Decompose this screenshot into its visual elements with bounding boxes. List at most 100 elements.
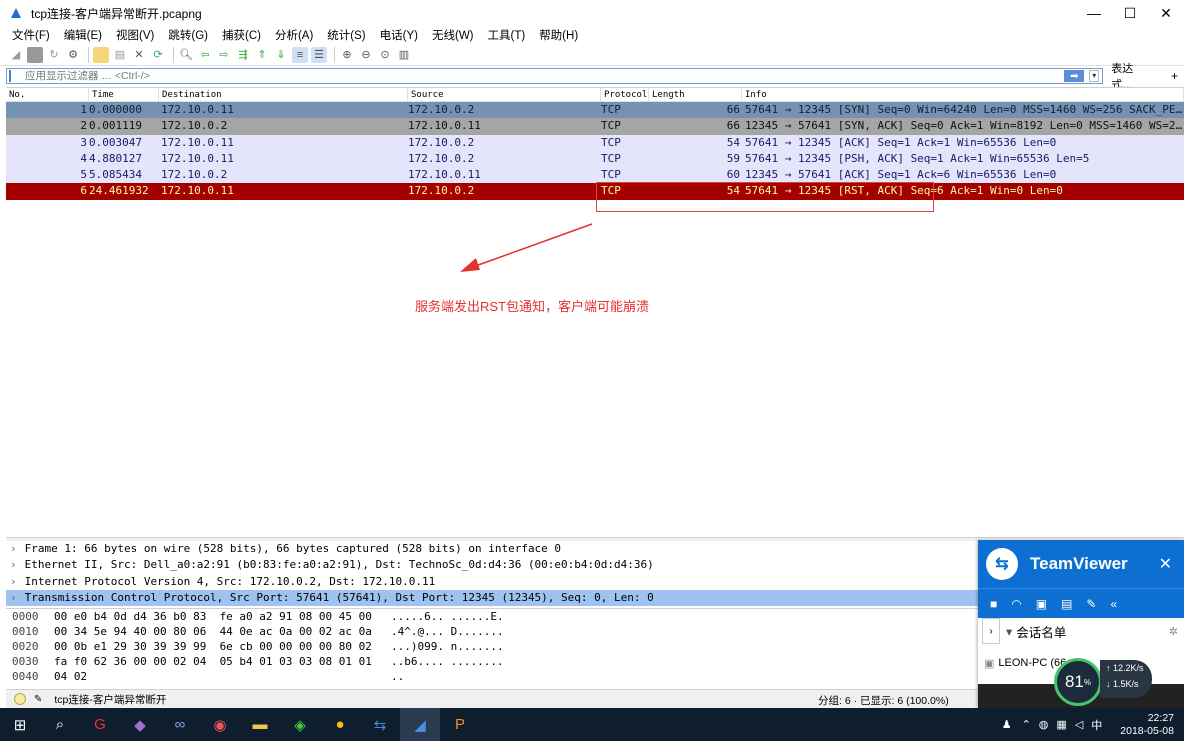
ime-indicator[interactable]: 中: [1091, 717, 1102, 733]
resize-columns-icon[interactable]: ▥: [396, 47, 412, 63]
close-button[interactable]: ✕: [1148, 0, 1184, 26]
capture-options-icon[interactable]: ⚙: [65, 47, 81, 63]
clock[interactable]: 22:27 2018-05-08: [1120, 712, 1174, 738]
packet-row[interactable]: 5 5.085434 172.10.0.2 172.10.0.11 TCP 60…: [6, 167, 1184, 184]
column-header-length[interactable]: Length: [649, 88, 742, 101]
bytes-ascii[interactable]: ...)099. n.......: [391, 639, 591, 654]
bytes-hex[interactable]: 04 02: [46, 669, 391, 684]
detail-row-frame[interactable]: › Frame 1: 66 bytes on wire (528 bits), 6…: [6, 541, 978, 557]
app-spiral-icon[interactable]: ◉: [200, 708, 240, 741]
detail-row-ip[interactable]: › Internet Protocol Version 4, Src: 172.1…: [6, 574, 978, 590]
zoom-in-icon[interactable]: ⊕: [339, 47, 355, 63]
packet-row[interactable]: 1 0.000000 172.10.0.11 172.10.0.2 TCP 66…: [6, 102, 1184, 119]
menu-help[interactable]: 帮助(H): [539, 27, 578, 43]
bytes-hex[interactable]: 00 34 5e 94 40 00 80 06 44 0e ac 0a 00 0…: [46, 624, 391, 639]
expand-chevron-icon[interactable]: ›: [10, 575, 17, 588]
menu-file[interactable]: 文件(F): [12, 27, 50, 43]
session-list-header[interactable]: › ▾ 会话名单 ✲: [978, 618, 1184, 644]
column-header-destination[interactable]: Destination: [159, 88, 408, 101]
reload-file-icon[interactable]: ⟳: [150, 47, 166, 63]
menu-view[interactable]: 视图(V): [116, 27, 154, 43]
bytes-ascii[interactable]: ..b6.... ........: [391, 654, 591, 669]
detail-row-tcp[interactable]: › Transmission Control Protocol, Src Port…: [6, 589, 978, 607]
chevron-right-icon[interactable]: ›: [982, 618, 1000, 644]
zoom-reset-icon[interactable]: ⊙: [377, 47, 393, 63]
menu-analyze[interactable]: 分析(A): [275, 27, 313, 43]
chat-icon[interactable]: ▣: [1036, 597, 1047, 611]
menu-go[interactable]: 跳转(G): [168, 27, 208, 43]
app-green-icon[interactable]: ◈: [280, 708, 320, 741]
bytes-ascii[interactable]: ..: [391, 669, 591, 684]
teamviewer-taskbar-icon[interactable]: ⇆: [360, 708, 400, 741]
packet-row[interactable]: 2 0.001119 172.10.0.2 172.10.0.11 TCP 66…: [6, 118, 1184, 135]
people-icon[interactable]: ♟: [1002, 718, 1012, 731]
expand-chevron-icon[interactable]: ›: [10, 591, 17, 604]
menu-capture[interactable]: 捕获(C): [222, 27, 261, 43]
maximize-button[interactable]: ☐: [1112, 0, 1148, 26]
start-capture-icon[interactable]: ◢: [8, 47, 24, 63]
files-icon[interactable]: ▤: [1061, 597, 1072, 611]
apply-filter-button[interactable]: ➡: [1064, 70, 1085, 82]
windows-start-icon[interactable]: ⊞: [0, 708, 40, 741]
search-icon[interactable]: ⌕: [40, 708, 80, 741]
edit-comment-icon[interactable]: ✎: [34, 694, 42, 705]
headset-icon[interactable]: ◠: [1011, 597, 1021, 611]
chrome-icon[interactable]: ●: [320, 708, 360, 741]
packet-row-selected[interactable]: 6 24.461932 172.10.0.11 172.10.0.2 TCP 5…: [6, 183, 1184, 200]
visual-studio-icon[interactable]: ◆: [120, 708, 160, 741]
teamviewer-close-button[interactable]: ✕: [1159, 554, 1172, 574]
column-header-info[interactable]: Info: [742, 88, 1184, 101]
file-explorer-icon[interactable]: ▬: [240, 708, 280, 741]
infinity-app-icon[interactable]: ∞: [160, 708, 200, 741]
bytes-hex[interactable]: fa f0 62 36 00 00 02 04 05 b4 01 03 03 0…: [46, 654, 391, 669]
add-filter-button[interactable]: +: [1171, 69, 1178, 83]
bytes-hex[interactable]: 00 0b e1 29 30 39 39 99 6e cb 00 00 00 0…: [46, 639, 391, 654]
autoscroll-icon[interactable]: ≡: [292, 46, 308, 63]
menu-edit[interactable]: 编辑(E): [64, 27, 102, 43]
colorize-icon[interactable]: ☰: [311, 46, 327, 63]
restart-capture-icon[interactable]: ↻: [46, 47, 62, 63]
display-filter-input[interactable]: [25, 70, 925, 82]
network-gauge[interactable]: 81%: [1054, 658, 1102, 706]
expand-chevron-icon[interactable]: ›: [10, 558, 17, 571]
minimize-button[interactable]: —: [1076, 0, 1112, 26]
bookmark-icon[interactable]: [9, 70, 21, 82]
menu-wireless[interactable]: 无线(W): [432, 27, 474, 43]
volume-icon[interactable]: ◁: [1075, 718, 1083, 731]
network-icon[interactable]: ▦: [1056, 718, 1066, 731]
app-red-g-icon[interactable]: G: [80, 708, 120, 741]
stop-capture-icon[interactable]: [27, 46, 43, 63]
wireshark-taskbar-icon[interactable]: ◢: [400, 708, 440, 741]
zoom-out-icon[interactable]: ⊖: [358, 47, 374, 63]
column-header-source[interactable]: Source: [408, 88, 601, 101]
open-file-icon[interactable]: [93, 46, 109, 63]
column-header-no[interactable]: No.: [6, 88, 89, 101]
tools-icon[interactable]: ✎: [1086, 597, 1096, 611]
column-header-protocol[interactable]: Protocol: [601, 88, 649, 101]
gear-icon[interactable]: ✲: [1169, 625, 1178, 638]
go-forward-icon[interactable]: ⇨: [216, 47, 232, 63]
detail-row-ethernet[interactable]: › Ethernet II, Src: Dell_a0:a2:91 (b0:83:…: [6, 557, 978, 573]
column-header-time[interactable]: Time: [89, 88, 159, 101]
bytes-hex[interactable]: 00 e0 b4 0d d4 36 b0 83 fe a0 a2 91 08 0…: [46, 609, 391, 624]
collapse-icon[interactable]: «: [1110, 597, 1117, 611]
save-file-icon[interactable]: ▤: [112, 47, 128, 63]
bytes-ascii[interactable]: .4^.@... D.......: [391, 624, 591, 639]
tray-expand-icon[interactable]: ⌃: [1022, 718, 1031, 731]
video-icon[interactable]: ■: [990, 597, 997, 611]
expert-info-icon[interactable]: [14, 693, 26, 705]
menu-telephony[interactable]: 电话(Y): [380, 27, 418, 43]
go-last-icon[interactable]: ⇓: [273, 47, 289, 63]
filter-history-dropdown[interactable]: ▾: [1089, 70, 1100, 82]
close-file-icon[interactable]: ✕: [131, 47, 147, 63]
expand-chevron-icon[interactable]: ›: [10, 542, 17, 555]
powerpoint-icon[interactable]: P: [440, 708, 480, 741]
go-to-packet-icon[interactable]: ⇶: [235, 47, 251, 63]
menu-statistics[interactable]: 统计(S): [327, 27, 365, 43]
find-packet-icon[interactable]: 🔍︎: [178, 47, 194, 63]
bytes-ascii[interactable]: .....6.. ......E.: [391, 609, 591, 624]
go-first-icon[interactable]: ⇑: [254, 47, 270, 63]
menu-tools[interactable]: 工具(T): [488, 27, 526, 43]
shield-icon[interactable]: ◍: [1039, 718, 1049, 731]
packet-row[interactable]: 4 4.880127 172.10.0.11 172.10.0.2 TCP 59…: [6, 150, 1184, 168]
